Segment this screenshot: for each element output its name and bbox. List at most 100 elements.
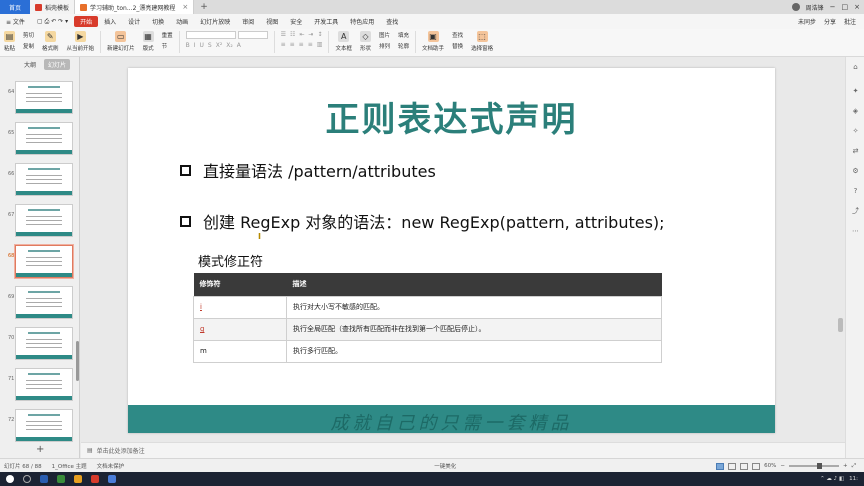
close-tab-icon[interactable]: ×	[182, 3, 188, 11]
sub-heading[interactable]: 模式修正符	[198, 251, 263, 270]
menu-file[interactable]: ≡ 文件	[0, 17, 31, 26]
menu-slideshow[interactable]: 幻灯片放映	[194, 17, 236, 26]
slide-thumbnail[interactable]	[15, 163, 73, 196]
arrange-button[interactable]: 排列	[379, 42, 390, 50]
minimize-button[interactable]: −	[830, 3, 836, 11]
find-button[interactable]: 查找	[452, 31, 463, 39]
textbox-button[interactable]: A 文本框	[331, 31, 356, 52]
thumbnail-row-selected[interactable]: 68	[0, 245, 80, 279]
numbering-icon[interactable]: ☷	[290, 31, 295, 38]
paste-button[interactable]: ▤ 粘贴	[0, 31, 19, 52]
home-tab[interactable]: 首页	[0, 0, 30, 14]
settings-icon[interactable]: ⚙	[851, 167, 860, 176]
tray-icons[interactable]: ⌃ ☁ ♪ ◧	[820, 476, 844, 482]
slide-thumbnail[interactable]	[15, 286, 73, 319]
font-color-button[interactable]: A	[237, 42, 241, 49]
property-icon[interactable]: ⌂	[851, 63, 860, 72]
menu-insert[interactable]: 插入	[98, 17, 122, 26]
new-tab-button[interactable]: +	[194, 2, 214, 12]
bullet-item[interactable]: 创建 RegExp 对象的语法：new RegExp(pattern, attr…	[180, 209, 665, 233]
menu-transition[interactable]: 切换	[146, 17, 170, 26]
user-name[interactable]: 周浩锋	[806, 3, 824, 12]
slide-title[interactable]: 正则表达式声明	[128, 92, 775, 141]
copy-button[interactable]: 复制	[23, 42, 34, 50]
font-family-select[interactable]	[185, 31, 236, 39]
wps-icon[interactable]	[91, 475, 99, 483]
bullet-item[interactable]: 直接量语法 /pattern/attributes	[180, 158, 436, 182]
thumbnail-row[interactable]: 69	[0, 286, 80, 320]
clock[interactable]: 11:	[849, 476, 858, 482]
doc-assistant-button[interactable]: ▣ 文档助手	[418, 31, 448, 52]
comment-button[interactable]: 批注	[844, 17, 856, 26]
modifier-link[interactable]: g	[193, 317, 287, 341]
thumbnail-row[interactable]: 71	[0, 368, 80, 402]
menu-home[interactable]: 开始	[74, 16, 99, 27]
maximize-button[interactable]: □	[842, 3, 849, 11]
thumbnail-row[interactable]: 65	[0, 122, 80, 156]
sync-status[interactable]: 未同步	[798, 17, 816, 26]
line-spacing-icon[interactable]: ↕	[317, 31, 322, 38]
notes-placeholder[interactable]: 单击此处添加备注	[97, 446, 145, 455]
reading-view-button[interactable]	[740, 462, 749, 470]
menu-design[interactable]: 设计	[122, 17, 146, 26]
zoom-percent[interactable]: 60%	[764, 463, 776, 469]
align-center-icon[interactable]: ≡	[290, 41, 295, 48]
close-window-button[interactable]: ×	[854, 3, 860, 11]
beautify-button[interactable]: 一键美化	[434, 462, 456, 470]
replace-button[interactable]: 替换	[452, 42, 463, 50]
slide-thumbnail[interactable]	[15, 327, 73, 360]
strikethrough-button[interactable]: S	[208, 42, 212, 49]
modifier-link[interactable]: i	[193, 295, 287, 319]
zoom-out-icon[interactable]: −	[780, 463, 785, 469]
superscript-button[interactable]: X²	[216, 42, 223, 49]
tab-presentation[interactable]: 学习辅助_ton...2_漂亮建网教程 ×	[75, 0, 195, 14]
play-from-current-button[interactable]: ▶ 从当前开始	[63, 31, 99, 52]
thumbnail-row[interactable]: 66	[0, 163, 80, 197]
share-icon[interactable]: ⤴	[851, 207, 860, 216]
thumbnail-scrollbar[interactable]	[76, 341, 79, 381]
format-painter-button[interactable]: ✎ 格式刷	[38, 31, 63, 52]
picture-button[interactable]: 图片	[379, 31, 390, 39]
style-icon[interactable]: ✦	[851, 87, 860, 96]
avatar[interactable]	[791, 3, 800, 11]
menu-developer[interactable]: 开发工具	[308, 17, 344, 26]
menu-view[interactable]: 视图	[260, 17, 284, 26]
cut-button[interactable]: 剪切	[23, 31, 34, 39]
canvas-scrollbar[interactable]	[838, 318, 843, 332]
underline-button[interactable]: U	[200, 42, 204, 49]
modifier-table[interactable]: 修饰符 描述 i 执行对大小写不敏感的匹配。 g 执行全局匹配（查找所有匹配而非…	[193, 273, 662, 363]
outdent-icon[interactable]: ⇤	[299, 31, 304, 38]
subscript-button[interactable]: X₂	[226, 42, 233, 49]
tab-docer[interactable]: 稻壳模板	[30, 0, 76, 14]
slide-thumbnail[interactable]	[15, 204, 73, 237]
tab-outline[interactable]: 大纲	[20, 59, 40, 70]
layout-button[interactable]: ▦ 版式	[139, 31, 158, 52]
notes-pane[interactable]: ▤ 单击此处添加备注	[81, 442, 845, 458]
menu-security[interactable]: 安全	[284, 17, 308, 26]
normal-view-button[interactable]	[716, 462, 725, 470]
indent-icon[interactable]: ⇥	[308, 31, 313, 38]
animation-icon[interactable]: ✧	[851, 127, 860, 136]
menu-search[interactable]: 查找	[380, 17, 404, 26]
quick-access-icons[interactable]: ▢ ⎙ ↶ ↷ ▾	[31, 18, 74, 26]
shape-button[interactable]: ◇ 形状	[356, 31, 375, 52]
outline-button[interactable]: 轮廓	[398, 42, 409, 50]
browser-icon[interactable]	[108, 475, 116, 483]
document-protection[interactable]: 文档未保护	[97, 462, 125, 470]
selection-pane-button[interactable]: ⬚ 选择窗格	[467, 31, 497, 52]
slideshow-button[interactable]	[752, 462, 761, 470]
zoom-slider[interactable]	[788, 463, 839, 469]
fit-window-icon[interactable]: ⤢	[852, 463, 856, 470]
thumbnail-row[interactable]: 72	[0, 409, 80, 443]
more-icon[interactable]: ⋯	[851, 227, 860, 236]
menu-features[interactable]: 特色应用	[344, 17, 380, 26]
start-icon[interactable]	[6, 475, 14, 483]
fill-button[interactable]: 填充	[398, 31, 409, 39]
bullets-icon[interactable]: ☰	[281, 31, 286, 38]
menu-review[interactable]: 审阅	[236, 17, 260, 26]
transition-icon[interactable]: ⇄	[851, 147, 860, 156]
font-size-select[interactable]	[237, 31, 268, 39]
thumbnail-row[interactable]: 70	[0, 327, 80, 361]
sorter-view-button[interactable]	[728, 462, 737, 470]
slide-thumbnail[interactable]	[15, 81, 73, 114]
